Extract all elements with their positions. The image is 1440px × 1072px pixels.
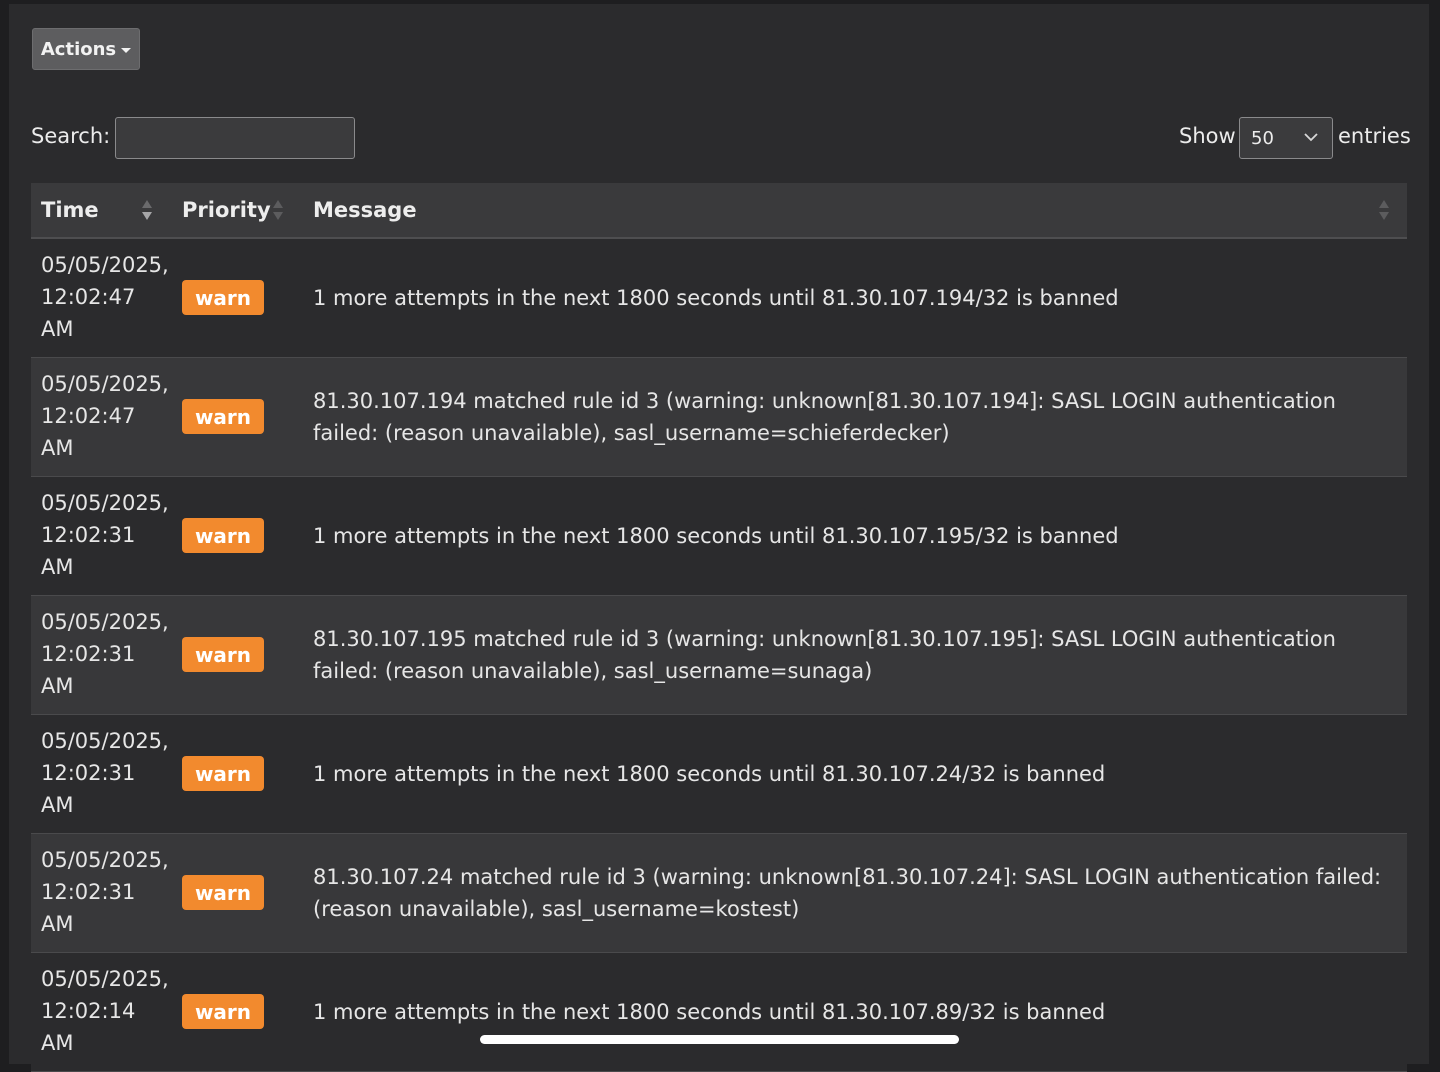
message-cell: 81.30.107.195 matched rule id 3 (warning… xyxy=(313,596,1398,714)
table-row: 05/05/2025, 12:02:14 AM warn 1 more atte… xyxy=(31,953,1407,1072)
entries-per-page-select[interactable]: 50 xyxy=(1239,117,1333,159)
sort-icon[interactable] xyxy=(272,198,284,222)
time-date: 05/05/2025, xyxy=(41,729,169,753)
message-text: 81.30.107.195 matched rule id 3 (warning… xyxy=(313,627,1336,683)
time-ampm: AM xyxy=(41,674,74,698)
time-date: 05/05/2025, xyxy=(41,967,169,991)
sort-icon[interactable] xyxy=(141,198,153,222)
time-cell: 05/05/2025, 12:02:14 AM xyxy=(41,963,171,1059)
time-date: 05/05/2025, xyxy=(41,610,169,634)
time-cell: 05/05/2025, 12:02:31 AM xyxy=(41,487,171,583)
time-ampm: AM xyxy=(41,436,74,460)
time-ampm: AM xyxy=(41,317,74,341)
caret-down-icon xyxy=(121,47,132,53)
search-label: Search: xyxy=(31,124,111,148)
message-cell: 81.30.107.24 matched rule id 3 (warning:… xyxy=(313,834,1398,952)
entries-label: entries xyxy=(1338,124,1411,148)
priority-badge: warn xyxy=(182,994,264,1029)
column-label: Priority xyxy=(182,198,271,222)
time-ampm: AM xyxy=(41,793,74,817)
search-input[interactable] xyxy=(115,117,355,159)
time-clock: 12:02:47 xyxy=(41,404,136,428)
sort-icon[interactable] xyxy=(1378,198,1390,222)
time-date: 05/05/2025, xyxy=(41,253,169,277)
message-cell: 1 more attempts in the next 1800 seconds… xyxy=(313,953,1398,1071)
table-row: 05/05/2025, 12:02:31 AM warn 1 more atte… xyxy=(31,477,1407,596)
time-clock: 12:02:31 xyxy=(41,642,136,666)
time-cell: 05/05/2025, 12:02:31 AM xyxy=(41,606,171,702)
actions-dropdown-button[interactable]: Actions xyxy=(32,28,140,70)
column-label: Time xyxy=(41,198,99,222)
time-clock: 12:02:14 xyxy=(41,999,136,1023)
message-cell: 1 more attempts in the next 1800 seconds… xyxy=(313,477,1398,595)
message-cell: 81.30.107.194 matched rule id 3 (warning… xyxy=(313,358,1398,476)
message-text: 1 more attempts in the next 1800 seconds… xyxy=(313,286,1119,310)
priority-badge: warn xyxy=(182,280,264,315)
column-header-message[interactable]: Message xyxy=(313,183,417,237)
table-row: 05/05/2025, 12:02:31 AM warn 1 more atte… xyxy=(31,715,1407,834)
time-ampm: AM xyxy=(41,912,74,936)
time-clock: 12:02:31 xyxy=(41,523,136,547)
message-text: 81.30.107.194 matched rule id 3 (warning… xyxy=(313,389,1336,445)
actions-label: Actions xyxy=(40,38,117,60)
home-indicator xyxy=(480,1035,959,1044)
priority-badge: warn xyxy=(182,756,264,791)
time-cell: 05/05/2025, 12:02:47 AM xyxy=(41,368,171,464)
time-date: 05/05/2025, xyxy=(41,848,169,872)
message-text: 1 more attempts in the next 1800 seconds… xyxy=(313,762,1106,786)
time-clock: 12:02:31 xyxy=(41,880,136,904)
column-header-priority[interactable]: Priority xyxy=(182,183,271,237)
table-row: 05/05/2025, 12:02:47 AM warn 81.30.107.1… xyxy=(31,358,1407,477)
message-text: 1 more attempts in the next 1800 seconds… xyxy=(313,1000,1106,1024)
show-label: Show xyxy=(1179,124,1236,148)
priority-badge: warn xyxy=(182,518,264,553)
priority-badge: warn xyxy=(182,637,264,672)
table-header: Time Priority Message xyxy=(31,183,1407,239)
time-ampm: AM xyxy=(41,1031,74,1055)
time-date: 05/05/2025, xyxy=(41,491,169,515)
log-table: Time Priority Message 05/05/2025, 12:02:… xyxy=(31,183,1407,1072)
time-cell: 05/05/2025, 12:02:47 AM xyxy=(41,249,171,345)
entries-selected-value: 50 xyxy=(1251,127,1274,149)
message-cell: 1 more attempts in the next 1800 seconds… xyxy=(313,715,1398,833)
time-ampm: AM xyxy=(41,555,74,579)
time-date: 05/05/2025, xyxy=(41,372,169,396)
time-cell: 05/05/2025, 12:02:31 AM xyxy=(41,844,171,940)
priority-badge: warn xyxy=(182,875,264,910)
table-row: 05/05/2025, 12:02:47 AM warn 1 more atte… xyxy=(31,239,1407,358)
time-clock: 12:02:31 xyxy=(41,761,136,785)
time-clock: 12:02:47 xyxy=(41,285,136,309)
message-text: 81.30.107.24 matched rule id 3 (warning:… xyxy=(313,865,1382,921)
table-row: 05/05/2025, 12:02:31 AM warn 81.30.107.1… xyxy=(31,596,1407,715)
column-header-time[interactable]: Time xyxy=(41,183,99,237)
chevron-down-icon xyxy=(1304,133,1318,142)
priority-badge: warn xyxy=(182,399,264,434)
column-label: Message xyxy=(313,198,417,222)
time-cell: 05/05/2025, 12:02:31 AM xyxy=(41,725,171,821)
message-cell: 1 more attempts in the next 1800 seconds… xyxy=(313,239,1398,357)
table-row: 05/05/2025, 12:02:31 AM warn 81.30.107.2… xyxy=(31,834,1407,953)
message-text: 1 more attempts in the next 1800 seconds… xyxy=(313,524,1119,548)
